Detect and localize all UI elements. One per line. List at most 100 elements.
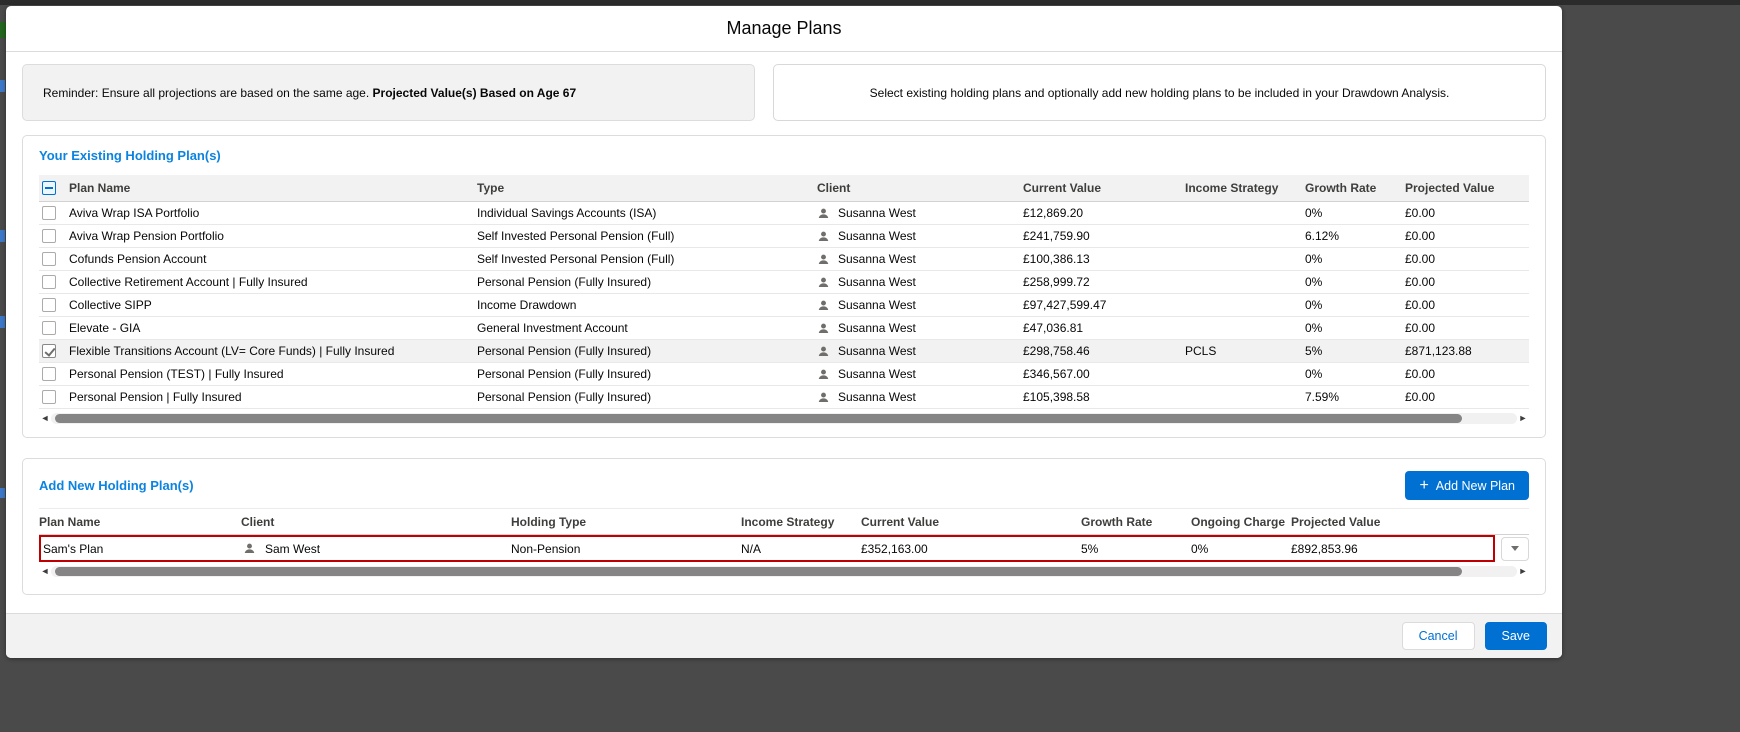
scroll-left-arrow[interactable]: ◄ [39, 565, 51, 578]
checkbox-cell [39, 252, 69, 267]
income-strategy-cell: PCLS [1185, 344, 1217, 358]
row-checkbox[interactable] [42, 344, 56, 359]
table-row[interactable]: Personal Pension (TEST) | Fully Insured … [39, 363, 1529, 386]
row-checkbox[interactable] [42, 206, 56, 221]
column-header-holding-type: Holding Type [511, 514, 587, 529]
type-cell: Individual Savings Accounts (ISA) [477, 206, 657, 220]
growth-rate-cell: 5% [1305, 344, 1323, 358]
client-cell: Susanna West [817, 252, 1023, 266]
client-name: Susanna West [838, 298, 916, 312]
growth-rate-cell: 7.59% [1305, 390, 1340, 404]
row-checkbox[interactable] [42, 367, 56, 382]
reminder-banner: Reminder: Ensure all projections are bas… [22, 64, 755, 121]
checkbox-cell [39, 206, 69, 221]
person-icon [818, 254, 829, 264]
person-icon [818, 346, 829, 356]
row-checkbox[interactable] [42, 390, 56, 405]
projected-value-cell: £0.00 [1405, 206, 1436, 220]
column-header-projected-value: Projected Value [1405, 181, 1495, 195]
manage-plans-modal: Manage Plans Reminder: Ensure all projec… [6, 6, 1562, 658]
table-row[interactable]: Elevate - GIA General Investment Account… [39, 317, 1529, 340]
column-header-plan-name: Plan Name [39, 514, 101, 529]
row-actions-dropdown-button[interactable] [1501, 536, 1529, 561]
plan-name-cell: Aviva Wrap Pension Portfolio [69, 229, 224, 243]
client-cell: Susanna West [817, 344, 1023, 358]
scroll-right-arrow[interactable]: ► [1517, 412, 1529, 425]
checkbox-cell [39, 275, 69, 290]
column-header-growth-rate: Growth Rate [1081, 514, 1153, 529]
existing-plans-section: Your Existing Holding Plan(s) Plan Name … [22, 135, 1546, 438]
client-cell: Susanna West [817, 367, 1023, 381]
table-row[interactable]: Personal Pension | Fully Insured Persona… [39, 386, 1529, 409]
row-checkbox[interactable] [42, 229, 56, 244]
modal-header: Manage Plans [6, 6, 1562, 52]
projected-value-cell: £871,123.88 [1405, 344, 1472, 358]
new-table-header: Plan Name Client Holding Type Income Str… [39, 508, 1529, 535]
client-cell: Susanna West [817, 275, 1023, 289]
save-button[interactable]: Save [1484, 622, 1547, 650]
person-icon [244, 543, 255, 554]
income-strategy-cell: N/A [741, 541, 762, 556]
select-all-checkbox[interactable] [42, 181, 56, 196]
scroll-left-arrow[interactable]: ◄ [39, 412, 51, 425]
client-name: Susanna West [838, 390, 916, 404]
row-checkbox[interactable] [42, 298, 56, 313]
checkbox-cell [39, 229, 69, 244]
plan-name-cell: Elevate - GIA [69, 321, 141, 335]
plan-name-cell: Aviva Wrap ISA Portfolio [69, 206, 200, 220]
reminder-bold-text: Projected Value(s) Based on Age 67 [372, 85, 577, 100]
current-value-cell: £298,758.46 [1023, 344, 1090, 358]
horizontal-scrollbar[interactable]: ◄ ► [39, 565, 1529, 578]
modal-title: Manage Plans [726, 18, 842, 38]
person-icon [818, 323, 829, 333]
horizontal-scrollbar[interactable]: ◄ ► [39, 412, 1529, 425]
current-value-cell: £105,398.58 [1023, 390, 1090, 404]
table-row[interactable]: Collective SIPP Income Drawdown Susanna … [39, 294, 1529, 317]
caret-down-icon [1511, 546, 1519, 551]
person-icon [818, 300, 829, 310]
row-checkbox[interactable] [42, 252, 56, 267]
column-header-growth-rate: Growth Rate [1305, 181, 1377, 195]
background-page-fragment [0, 488, 5, 498]
add-new-plans-heading: Add New Holding Plan(s) [39, 478, 194, 493]
background-page-fragment [0, 80, 5, 92]
growth-rate-cell: 5% [1081, 541, 1099, 556]
table-row[interactable]: Cofunds Pension Account Self Invested Pe… [39, 248, 1529, 271]
table-row[interactable]: Aviva Wrap ISA Portfolio Individual Savi… [39, 202, 1529, 225]
new-plan-row-highlighted[interactable]: Sam's Plan Sam West Non-Pension N/A £352… [39, 535, 1495, 562]
client-name: Susanna West [838, 367, 916, 381]
client-name: Sam West [265, 541, 321, 556]
plan-name-cell: Personal Pension (TEST) | Fully Insured [69, 367, 284, 381]
plan-name-cell: Personal Pension | Fully Insured [69, 390, 242, 404]
scrollbar-track[interactable] [51, 413, 1517, 424]
type-cell: Personal Pension (Fully Insured) [477, 367, 652, 381]
column-header-type: Type [477, 181, 505, 195]
client-name: Susanna West [838, 321, 916, 335]
scrollbar-track[interactable] [51, 566, 1517, 577]
scrollbar-thumb[interactable] [55, 567, 1463, 576]
table-row[interactable]: Collective Retirement Account | Fully In… [39, 271, 1529, 294]
modal-footer: Cancel Save [6, 613, 1562, 658]
growth-rate-cell: 0% [1305, 367, 1323, 381]
client-name: Susanna West [838, 344, 916, 358]
row-checkbox[interactable] [42, 275, 56, 290]
plan-name-cell: Cofunds Pension Account [69, 252, 207, 266]
cancel-button[interactable]: Cancel [1401, 622, 1475, 650]
growth-rate-cell: 0% [1305, 252, 1323, 266]
dimmed-page-overlay: { "modal": { "title": "Manage Plans" }, … [0, 0, 1740, 732]
current-value-cell: £241,759.90 [1023, 229, 1090, 243]
table-row-selected[interactable]: Flexible Transitions Account (LV= Core F… [39, 340, 1529, 363]
row-checkbox[interactable] [42, 321, 56, 336]
table-row[interactable]: Aviva Wrap Pension Portfolio Self Invest… [39, 225, 1529, 248]
add-new-plan-button[interactable]: + Add New Plan [1405, 471, 1529, 500]
type-cell: Personal Pension (Fully Insured) [477, 390, 652, 404]
client-name: Susanna West [838, 206, 916, 220]
new-plan-row-line: Sam's Plan Sam West Non-Pension N/A £352… [39, 535, 1529, 562]
client-cell: Susanna West [817, 229, 1023, 243]
projected-value-cell: £0.00 [1405, 275, 1436, 289]
client-name: Susanna West [838, 275, 916, 289]
background-page-fragment [0, 316, 5, 328]
scroll-right-arrow[interactable]: ► [1517, 565, 1529, 578]
scrollbar-thumb[interactable] [55, 414, 1463, 423]
current-value-cell: £100,386.13 [1023, 252, 1090, 266]
